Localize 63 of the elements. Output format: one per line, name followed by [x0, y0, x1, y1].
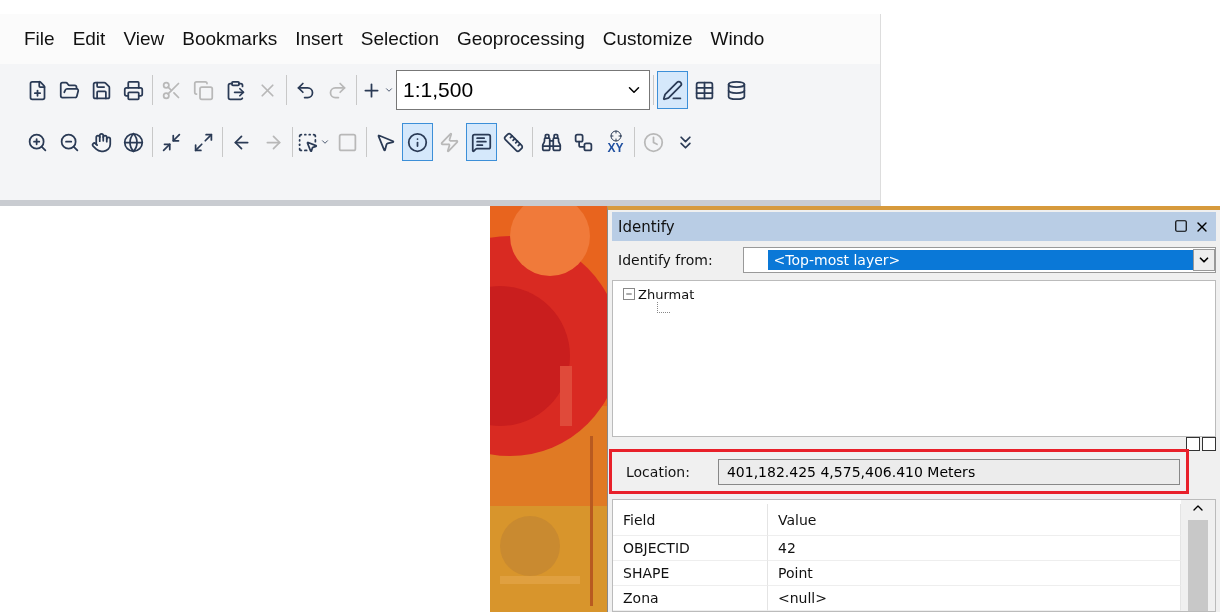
crosshair-icon	[609, 130, 622, 142]
column-header: Value	[768, 504, 1181, 536]
menu-item[interactable]: Windo	[710, 28, 765, 50]
menu-item[interactable]: Geoprocessing	[456, 28, 585, 50]
window-title: Identify	[618, 217, 675, 236]
hand-icon	[91, 131, 112, 153]
scroll-thumb[interactable]	[1188, 520, 1208, 611]
table-cell: SHAPE	[613, 561, 768, 586]
dropdown-value: <Top-most layer>	[767, 250, 1193, 271]
message-icon	[471, 131, 492, 153]
layer-dropdown[interactable]: <Top-most layer>	[742, 247, 1216, 274]
zoom-out-icon	[59, 131, 80, 153]
tree-connector	[657, 301, 670, 313]
zoom-in-icon	[27, 131, 48, 153]
table-cell: Zona	[613, 586, 768, 611]
caret-icon	[384, 85, 394, 95]
lightning-icon	[439, 131, 460, 153]
table-cell: OBJECTID	[613, 536, 768, 561]
square-icon	[337, 131, 358, 153]
table-icon	[694, 79, 715, 101]
clipboard-icon	[225, 79, 246, 101]
clock-icon	[643, 131, 664, 153]
maximize-icon[interactable]	[1174, 218, 1188, 233]
route-icon	[573, 131, 594, 153]
binoculars-icon	[541, 131, 562, 153]
pen-icon	[662, 79, 683, 101]
toolbar-button[interactable]	[402, 123, 433, 161]
copy-icon	[193, 79, 214, 101]
menu-item[interactable]: Edit	[72, 28, 106, 50]
printer-icon	[123, 79, 144, 101]
table-cell: 42	[768, 536, 1181, 561]
save-icon	[91, 79, 112, 101]
column-header: Field	[613, 504, 768, 536]
scissors-icon	[161, 79, 182, 101]
table-cell: <null>	[768, 586, 1181, 611]
info-icon	[407, 131, 428, 153]
ruler-icon	[503, 131, 524, 153]
table-cell: Point	[768, 561, 1181, 586]
expand-icon	[193, 131, 214, 153]
select-icon	[297, 131, 318, 153]
menu-item[interactable]: Customize	[602, 28, 693, 50]
scale-field[interactable]: 1:1,500	[396, 70, 650, 110]
toolbar-button[interactable]	[657, 71, 688, 109]
caret-icon	[320, 137, 330, 147]
location-field: 401,182.425 4,575,406.410 Meters	[717, 458, 1180, 485]
globe-icon	[123, 131, 144, 153]
menu-item[interactable]: Bookmarks	[182, 28, 278, 50]
folder-icon	[59, 79, 80, 101]
menu-item[interactable]: File	[24, 28, 55, 50]
database-icon	[726, 79, 747, 101]
shrink-icon	[161, 131, 182, 153]
scrollbar[interactable]	[1181, 500, 1215, 611]
menu-item[interactable]: View	[123, 28, 165, 50]
collapse-toggle[interactable]	[623, 288, 635, 301]
dropdown-button[interactable]	[1193, 249, 1215, 272]
new-file-icon	[27, 79, 48, 101]
field-label: Identify from:	[618, 252, 713, 269]
menu-item[interactable]: Selection	[360, 28, 439, 50]
menu-item[interactable]: Insert	[295, 28, 343, 50]
tree-item[interactable]: Zhurmat	[638, 286, 695, 302]
go-to-xy-button[interactable]: XY	[600, 123, 631, 161]
field-label: Location:	[626, 463, 690, 480]
toolbar-button[interactable]	[466, 123, 497, 161]
